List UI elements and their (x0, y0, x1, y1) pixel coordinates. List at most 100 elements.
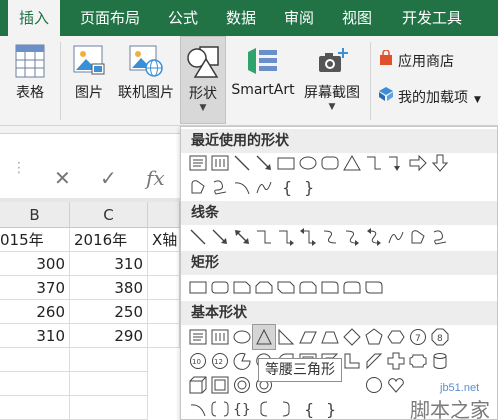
triangle-icon[interactable] (341, 151, 363, 175)
freeform-icon[interactable] (187, 175, 209, 199)
heptagon-icon[interactable]: 7 (407, 325, 429, 349)
column-header-d[interactable] (148, 202, 180, 228)
rectangle-icon[interactable] (275, 151, 297, 175)
single-corner-snipped-rectangle-icon[interactable] (231, 275, 253, 299)
table-cell[interactable] (0, 348, 70, 372)
tab-developer[interactable]: 开发工具 (392, 0, 472, 36)
table-cell[interactable] (148, 252, 180, 276)
left-bracket-icon[interactable] (253, 397, 275, 420)
text-box-icon[interactable] (187, 151, 209, 175)
left-brace-icon[interactable]: { (297, 397, 319, 420)
line-icon[interactable] (187, 225, 209, 249)
diamond-icon[interactable] (341, 325, 363, 349)
insert-function-button[interactable]: fx (146, 166, 165, 190)
table-cell[interactable]: 260 (0, 300, 70, 324)
double-brace-icon[interactable]: {} (231, 397, 253, 420)
down-arrow-icon[interactable] (429, 151, 451, 175)
elbow-arrow-connector-icon[interactable] (385, 151, 407, 175)
picture-button[interactable]: 图片 (66, 36, 112, 124)
rounded-rectangle-icon[interactable] (319, 151, 341, 175)
table-button[interactable]: 表格 (4, 36, 56, 124)
table-cell[interactable] (70, 372, 148, 396)
freeform-icon[interactable] (407, 225, 429, 249)
vertical-text-box-icon[interactable] (209, 325, 231, 349)
decagon-icon[interactable]: 10 (187, 349, 209, 373)
diagonal-corner-rounded-rectangle-icon[interactable] (363, 275, 385, 299)
same-side-corner-snipped-rectangle-icon[interactable] (253, 275, 275, 299)
tab-view[interactable]: 视图 (334, 0, 380, 36)
column-header-b[interactable]: B (0, 202, 70, 228)
curved-arrow-connector-icon[interactable] (341, 225, 363, 249)
diagonal-stripe-icon[interactable] (363, 349, 385, 373)
table-cell[interactable] (0, 396, 70, 420)
tab-data[interactable]: 数据 (218, 0, 264, 36)
scribble-icon[interactable] (429, 225, 451, 249)
tab-formulas[interactable]: 公式 (160, 0, 206, 36)
cell-d-header[interactable]: X轴 (148, 228, 180, 252)
elbow-connector-icon[interactable] (363, 151, 385, 175)
curve-icon[interactable] (385, 225, 407, 249)
heart-icon[interactable] (385, 373, 407, 397)
plaque-icon[interactable] (407, 349, 429, 373)
double-arrow-line-icon[interactable] (231, 225, 253, 249)
tab-review[interactable]: 审阅 (276, 0, 322, 36)
right-arrow-icon[interactable] (407, 151, 429, 175)
right-brace-icon[interactable]: } (297, 175, 319, 199)
table-cell[interactable] (70, 348, 148, 372)
table-cell[interactable] (148, 324, 180, 348)
snip-and-round-rectangle-icon[interactable] (297, 275, 319, 299)
double-bracket-icon[interactable] (209, 397, 231, 420)
hidden-shape-icon[interactable] (341, 373, 363, 397)
pentagon-icon[interactable] (363, 325, 385, 349)
smiley-icon[interactable] (363, 373, 385, 397)
table-cell[interactable]: 300 (0, 252, 70, 276)
left-brace-icon[interactable]: { (275, 175, 297, 199)
parallelogram-icon[interactable] (297, 325, 319, 349)
cell-b-header[interactable]: 015年 (0, 228, 70, 252)
octagon-icon[interactable]: 8 (429, 325, 451, 349)
bevel-icon[interactable] (209, 373, 231, 397)
right-brace-icon[interactable]: } (319, 397, 341, 420)
table-cell[interactable] (70, 396, 148, 420)
cross-icon[interactable] (385, 349, 407, 373)
my-addins-button[interactable]: 我的加载项 ▼ (378, 86, 481, 110)
text-box-icon[interactable] (187, 325, 209, 349)
table-cell[interactable]: 310 (70, 252, 148, 276)
elbow-connector-icon[interactable] (253, 225, 275, 249)
shapes-button[interactable]: 形状 ▼ (180, 36, 226, 124)
column-header-c[interactable]: C (70, 202, 148, 228)
tab-insert[interactable]: 插入 (8, 0, 60, 36)
table-cell[interactable]: 250 (70, 300, 148, 324)
app-store-button[interactable]: 应用商店 (378, 49, 454, 74)
same-side-corner-rounded-rectangle-icon[interactable] (341, 275, 363, 299)
l-shape-icon[interactable] (341, 349, 363, 373)
can-icon[interactable] (429, 349, 451, 373)
table-cell[interactable]: 290 (70, 324, 148, 348)
cube-icon[interactable] (187, 373, 209, 397)
oval-icon[interactable] (231, 325, 253, 349)
curve-icon[interactable] (253, 175, 275, 199)
table-cell[interactable]: 310 (0, 324, 70, 348)
curved-connector-icon[interactable] (319, 225, 341, 249)
screenshot-button[interactable]: 屏幕截图 ▼ (298, 36, 366, 124)
diagonal-corner-snipped-rectangle-icon[interactable] (275, 275, 297, 299)
donut-icon[interactable] (231, 373, 253, 397)
curved-double-arrow-connector-icon[interactable] (363, 225, 385, 249)
online-picture-button[interactable]: 联机图片 (114, 36, 178, 124)
arrow-line-icon[interactable] (209, 225, 231, 249)
table-cell[interactable] (0, 372, 70, 396)
oval-icon[interactable] (297, 151, 319, 175)
cell-c-header[interactable]: 2016年 (70, 228, 148, 252)
rectangle-icon[interactable] (187, 275, 209, 299)
table-cell[interactable]: 370 (0, 276, 70, 300)
hexagon-icon[interactable] (385, 325, 407, 349)
vertical-text-box-icon[interactable] (209, 151, 231, 175)
arc-icon[interactable] (187, 397, 209, 420)
tab-page-layout[interactable]: 页面布局 (72, 0, 148, 36)
enter-button[interactable]: ✓ (100, 166, 117, 190)
rounded-rectangle-icon[interactable] (209, 275, 231, 299)
table-cell[interactable] (148, 300, 180, 324)
arc-icon[interactable] (231, 175, 253, 199)
smartart-button[interactable]: SmartArt (230, 36, 296, 124)
table-cell[interactable]: 380 (70, 276, 148, 300)
